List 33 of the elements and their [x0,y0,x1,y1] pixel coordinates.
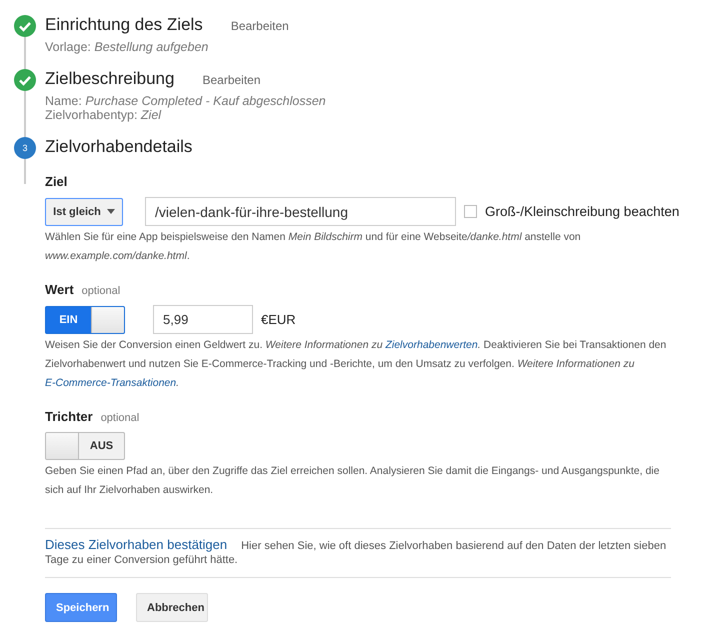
help-text: Weisen Sie der Conversion einen Geldwert zu. Weitere Informationen zu Zielvorhabenwerten. Deaktivieren Sie bei Transaktionen den Zielvorhabenwert und nutzen Sie E-Commerce-Tracking und -Berichte, um den Umsatz zu verfolgen. Weitere Informationen zu E-Commerce-Transaktionen. [45,338,668,391]
step-detail: Zielvorhabentyp: Ziel [45,108,162,122]
match-dropdown[interactable]: Ist gleich [45,198,123,226]
toggle-switch[interactable]: EIN [45,306,125,334]
caret-icon [106,209,115,214]
check-icon [14,69,36,91]
cancel-button[interactable]: Abbrechen [136,593,208,622]
help-text: Wählen Sie für eine App beispielsweise den Namen Mein Bildschirm und für eine Webseite/danke.html anstelle von www.example.com/danke.html. [45,230,582,264]
optional-label: optional [100,412,140,424]
step-title: Zielvorhabendetails [45,136,192,158]
currency-label: €EUR [261,312,296,327]
checkbox[interactable] [464,205,477,218]
amount-field[interactable]: 5,99 [153,305,253,334]
checkbox-label: Groß-/Kleinschreibung beachten [485,204,680,219]
step-title: Zielbeschreibung [45,68,174,90]
field-label: Wert [45,282,74,297]
edit-link[interactable]: Bearbeiten [202,73,261,87]
field-label: Ziel [45,174,68,189]
url-field[interactable]: /vielen-dank-für-ihre-bestellung [145,197,456,226]
step-detail: Vorlage: Bestellung aufgeben [45,40,210,54]
step-number: 3 [14,137,36,159]
check-icon [14,15,36,37]
field-label: Trichter [45,409,93,424]
info-link[interactable]: Zielvorhabenwerten [385,339,478,351]
step-detail: Name: Purchase Completed - Kauf abgeschlossen [45,94,327,108]
verify-text: Dieses Zielvorhaben bestätigen Hier sehen Sie, wie oft dieses Zielvorhaben basierend auf den Daten der letzten sieben Tage zu einer Conversion geführt hätte. [45,538,668,567]
step-title: Einrichtung des Ziels [45,14,203,36]
verify-link[interactable]: Dieses Zielvorhaben bestätigen [45,537,228,552]
help-text: Geben Sie einen Pfad an, über den Zugriffe das Ziel erreichen sollen. Analysieren Sie damit die Eingangs- und Ausgangspunkte, die sich auf Ihr Zielvorhaben auswirken. [45,464,660,498]
edit-link[interactable]: Bearbeiten [230,19,289,33]
optional-label: optional [82,285,120,297]
toggle-switch[interactable]: AUS [45,432,125,460]
info-link[interactable]: E-Commerce-Transaktionen [45,377,176,389]
